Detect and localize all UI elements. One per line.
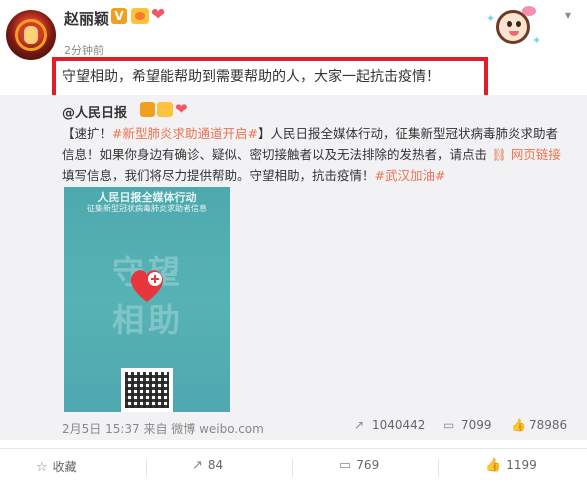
member-badge-icon xyxy=(157,102,173,117)
web-link[interactable]: 网页链接 xyxy=(511,147,561,162)
repost-count: 84 xyxy=(207,458,224,472)
poster-subtitle: 征集新型冠状病毒肺炎求助者信息 xyxy=(87,204,207,213)
verified-badge-icon xyxy=(140,102,155,117)
like-count: 1199 xyxy=(506,458,537,472)
hashtag-link[interactable]: #武汉加油# xyxy=(375,168,446,183)
count-label: 7099 xyxy=(461,418,492,432)
avatar-figure xyxy=(24,26,38,44)
qr-code xyxy=(121,368,173,412)
heart-badge-icon: ❤ xyxy=(151,5,166,25)
favorite-button[interactable]: ☆ 收藏 xyxy=(36,458,77,475)
action-bar: ☆ 收藏 ↗ 84 ▭ 769 👍 1199 xyxy=(0,448,587,486)
comment-icon: ▭ xyxy=(443,418,455,432)
original-author[interactable]: @人民日报 xyxy=(62,102,127,121)
original-meta[interactable]: 2月5日 15:37 来自 微博 weibo.com xyxy=(62,420,264,437)
thumbs-up-icon: 👍 xyxy=(511,418,526,432)
chevron-down-icon[interactable]: ▾ xyxy=(561,8,575,22)
text-after-link: 填写信息，我们将尽力提供帮助。守望相助，抗击疫情！ xyxy=(62,168,375,183)
count-label: 78986 xyxy=(529,418,568,432)
original-comment-count[interactable]: ▭ 7099 xyxy=(443,418,492,432)
divider xyxy=(438,459,439,477)
post-header: 赵丽颖 V ❤ 2分钟前 ✦ ✦ ▾ 守望相助，希望能帮助到需要帮助的人，大家一… xyxy=(0,0,587,99)
divider xyxy=(292,459,293,477)
hashtag-link[interactable]: #新型肺炎求助通道开启# xyxy=(112,126,258,141)
text-prefix: 【速扩！ xyxy=(62,126,113,141)
verified-badge-icon: V xyxy=(111,8,127,24)
avatar-sticker-icon: ✦ ✦ xyxy=(484,4,542,54)
repost-button[interactable]: ↗ 84 xyxy=(192,458,223,473)
heart-badge-icon: ❤ xyxy=(175,100,188,118)
avatar[interactable] xyxy=(6,10,56,60)
member-badge-icon xyxy=(131,8,149,24)
original-repost-count[interactable]: ↗ 1040442 xyxy=(354,418,425,432)
original-like-count[interactable]: 👍 78986 xyxy=(511,418,567,432)
link-icon: ⛓ xyxy=(487,147,511,162)
star-icon: ☆ xyxy=(36,460,48,475)
username[interactable]: 赵丽颖 xyxy=(64,8,109,29)
repost-icon: ↗ xyxy=(192,458,203,473)
poster-image[interactable]: 人民日报全媒体行动 征集新型冠状病毒肺炎求助者信息 守望 相助 xyxy=(64,187,230,412)
comment-count: 769 xyxy=(356,458,380,472)
repost-icon: ↗ xyxy=(354,418,365,432)
like-button[interactable]: 👍 1199 xyxy=(485,458,537,473)
comment-icon: ▭ xyxy=(339,458,352,473)
count-label: 1040442 xyxy=(372,418,426,432)
heart-cross-icon xyxy=(130,270,164,302)
divider xyxy=(146,459,147,477)
thumbs-up-icon: 👍 xyxy=(485,458,502,473)
reposted-content: @人民日报 ❤ 【速扩！#新型肺炎求助通道开启#】人民日报全媒体行动，征集新型冠… xyxy=(0,95,587,440)
favorite-label: 收藏 xyxy=(52,460,77,474)
posted-time[interactable]: 2分钟前 xyxy=(64,42,104,58)
original-text: 【速扩！#新型肺炎求助通道开启#】人民日报全媒体行动，征集新型冠状病毒肺炎求助者… xyxy=(62,123,562,186)
comment-button[interactable]: ▭ 769 xyxy=(339,458,379,473)
highlight-box xyxy=(52,57,488,99)
